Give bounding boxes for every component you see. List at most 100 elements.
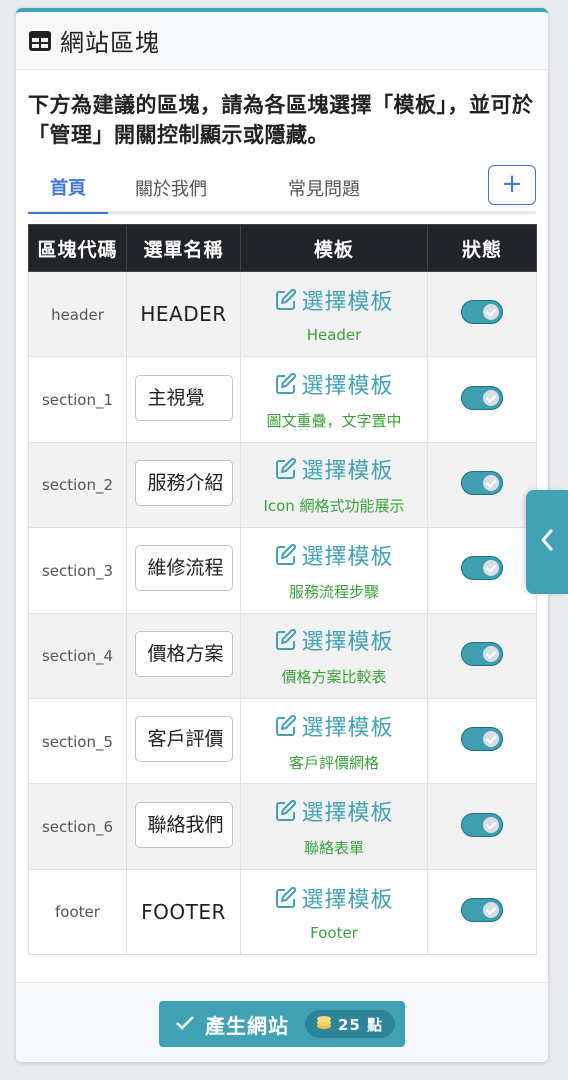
toggle-knob <box>483 474 499 491</box>
table-row: section_3 維修流程 選擇模板 服務流程步驟 <box>28 527 537 614</box>
select-template-link[interactable]: 選擇模板 <box>274 795 393 827</box>
code-cell: section_3 <box>28 527 127 614</box>
header-code: 區塊代碼 <box>28 224 127 272</box>
status-toggle[interactable] <box>461 300 503 325</box>
menu-name-input[interactable]: 主視覺 <box>134 374 233 421</box>
status-toggle[interactable] <box>461 641 503 666</box>
select-template-label: 選擇模板 <box>301 630 394 656</box>
select-template-link[interactable]: 選擇模板 <box>274 368 393 400</box>
select-template-link[interactable]: 選擇模板 <box>274 539 393 571</box>
edit-icon <box>276 543 297 565</box>
code-cell: section_4 <box>28 612 127 699</box>
select-template-link[interactable]: 選擇模板 <box>274 284 393 316</box>
toggle-knob <box>483 560 499 577</box>
menu-cell: 客戶評價 <box>126 697 241 785</box>
toggle-knob <box>483 816 499 833</box>
block-code: section_2 <box>41 476 114 495</box>
template-name: 聯絡表單 <box>303 839 364 858</box>
template-cell: 選擇模板 Footer <box>240 868 428 956</box>
select-template-link[interactable]: 選擇模板 <box>274 453 393 485</box>
status-toggle[interactable] <box>461 897 503 922</box>
select-template-label: 選擇模板 <box>301 544 394 570</box>
menu-cell: 聯絡我們 <box>126 783 241 870</box>
select-template-link[interactable]: 選擇模板 <box>274 624 393 656</box>
template-cell: 選擇模板 價格方案比較表 <box>240 612 428 699</box>
generate-site-button[interactable]: 產生網站 25 點 <box>159 1001 405 1047</box>
menu-cell: 價格方案 <box>126 612 241 699</box>
status-cell <box>427 868 537 956</box>
select-template-label: 選擇模板 <box>301 715 394 741</box>
status-cell <box>427 527 537 614</box>
status-toggle[interactable] <box>461 385 503 410</box>
panel-title: 網站區塊 <box>60 29 160 57</box>
block-code: section_3 <box>41 561 114 580</box>
menu-name-text: FOOTER <box>141 899 226 924</box>
edit-icon <box>276 629 297 651</box>
status-toggle[interactable] <box>461 556 503 581</box>
code-cell: header <box>28 270 127 358</box>
tabs-row: 首頁 關於我們 常見問題 + <box>28 162 536 224</box>
menu-cell: HEADER <box>126 270 241 358</box>
add-tab-button[interactable]: + <box>488 165 536 205</box>
select-template-label: 選擇模板 <box>301 374 394 400</box>
block-code: section_5 <box>41 732 114 751</box>
tab-faq[interactable]: 常見問題 <box>234 162 414 214</box>
edit-icon <box>276 714 297 736</box>
menu-name-input[interactable]: 客戶評價 <box>134 716 233 763</box>
toggle-knob <box>483 389 499 406</box>
menu-cell: 維修流程 <box>126 527 241 614</box>
select-template-label: 選擇模板 <box>301 801 394 827</box>
status-toggle[interactable] <box>461 470 503 495</box>
template-name: 客戶評價網格 <box>288 753 379 772</box>
toggle-knob <box>483 731 499 748</box>
coins-icon <box>315 1014 333 1034</box>
header-menu-name: 選單名稱 <box>126 224 241 272</box>
intro-text: 下方為建議的區塊，請為各區塊選擇「模板」，並可於「管理」開關控制顯示或隱藏。 <box>28 93 534 147</box>
block-tabs: 首頁 關於我們 常見問題 <box>28 162 536 214</box>
menu-cell: 主視覺 <box>126 356 241 443</box>
menu-name-input[interactable]: 價格方案 <box>134 630 233 677</box>
table-row: footer FOOTER 選擇模板 Footer <box>28 868 537 956</box>
website-blocks-panel: 網站區塊 下方為建議的區塊，請為各區塊選擇「模板」，並可於「管理」開關控制顯示或… <box>16 8 548 1062</box>
template-name: 圖文重疊，文字置中 <box>266 412 402 431</box>
side-collapse-tab[interactable] <box>526 490 568 594</box>
menu-cell: FOOTER <box>126 868 241 956</box>
template-name: 價格方案比較表 <box>281 668 387 687</box>
code-cell: section_5 <box>28 697 127 785</box>
template-name: Footer <box>310 923 358 942</box>
template-cell: 選擇模板 聯絡表單 <box>240 783 428 870</box>
template-cell: 選擇模板 Header <box>240 270 428 358</box>
code-cell: section_2 <box>28 441 127 529</box>
select-template-label: 選擇模板 <box>301 459 394 485</box>
edit-icon <box>276 458 297 480</box>
menu-name-input[interactable]: 聯絡我們 <box>134 801 233 848</box>
block-code: footer <box>55 903 100 922</box>
template-cell: 選擇模板 客戶評價網格 <box>240 697 428 785</box>
generate-label: 產生網站 <box>205 1013 289 1038</box>
code-cell: footer <box>28 868 127 956</box>
tab-about[interactable]: 關於我們 <box>108 162 234 214</box>
table-row: section_6 聯絡我們 選擇模板 聯絡表單 <box>28 783 537 870</box>
chevron-left-icon <box>540 528 554 556</box>
tab-home[interactable]: 首頁 <box>28 162 108 214</box>
template-name: Icon 網格式功能展示 <box>263 497 405 516</box>
toggle-knob <box>483 901 499 918</box>
block-code: section_4 <box>41 647 114 666</box>
panel-footer: 產生網站 25 點 <box>16 982 548 1062</box>
block-code: header <box>51 305 104 324</box>
table-icon <box>28 30 52 52</box>
status-cell <box>427 441 537 529</box>
status-cell <box>427 356 537 443</box>
status-toggle[interactable] <box>461 727 503 752</box>
status-cell <box>427 270 537 358</box>
menu-name-input[interactable]: 維修流程 <box>134 545 233 592</box>
block-code: section_6 <box>41 818 114 837</box>
select-template-link[interactable]: 選擇模板 <box>274 882 393 914</box>
menu-name-text: HEADER <box>140 302 227 327</box>
table-header-row: 區塊代碼 選單名稱 模板 狀態 <box>28 224 537 272</box>
points-value: 25 點 <box>338 1015 384 1034</box>
select-template-link[interactable]: 選擇模板 <box>274 710 393 742</box>
status-toggle[interactable] <box>461 812 503 837</box>
menu-name-input[interactable]: 服務介紹 <box>134 459 233 506</box>
block-code: section_1 <box>41 391 114 410</box>
